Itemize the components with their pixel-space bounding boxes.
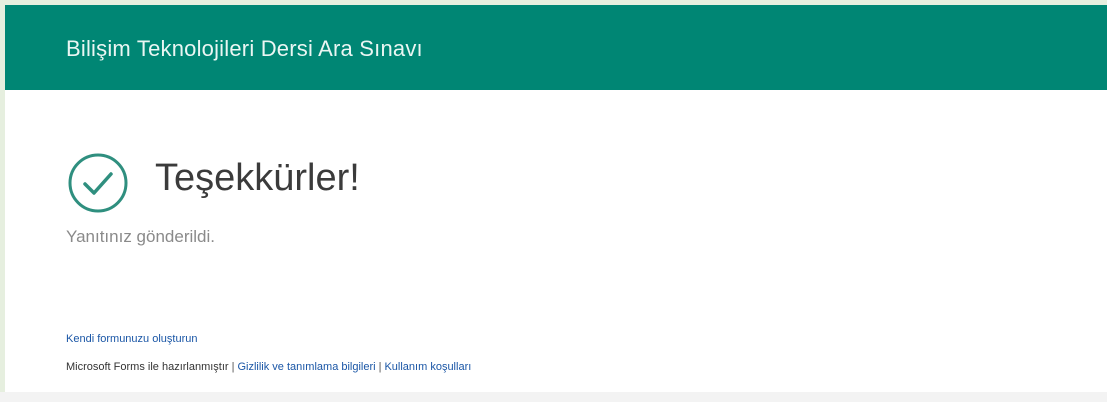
create-own-form-link[interactable]: Kendi formunuzu oluşturun <box>66 333 197 345</box>
form-title: Bilişim Teknolojileri Dersi Ara Sınavı <box>66 36 423 61</box>
form-card: Bilişim Teknolojileri Dersi Ara Sınavı T… <box>5 5 1107 392</box>
footer-separator: | <box>231 361 235 373</box>
form-header: Bilişim Teknolojileri Dersi Ara Sınavı <box>5 5 1107 90</box>
terms-of-use-link[interactable]: Kullanım koşulları <box>384 361 471 373</box>
bottom-strip <box>0 392 1107 402</box>
made-with-forms-text: Microsoft Forms ile hazırlanmıştır <box>66 361 229 373</box>
privacy-cookies-link[interactable]: Gizlilik ve tanımlama bilgileri <box>237 361 375 373</box>
check-circle-icon <box>68 153 128 213</box>
footer-separator: | <box>378 361 382 373</box>
thank-you-heading: Teşekkürler! <box>155 157 360 199</box>
footer: Microsoft Forms ile hazırlanmıştır | Gizli… <box>66 361 471 373</box>
page-frame: Bilişim Teknolojileri Dersi Ara Sınavı T… <box>0 0 1107 402</box>
response-submitted-message: Yanıtınız gönderildi. <box>66 227 215 246</box>
